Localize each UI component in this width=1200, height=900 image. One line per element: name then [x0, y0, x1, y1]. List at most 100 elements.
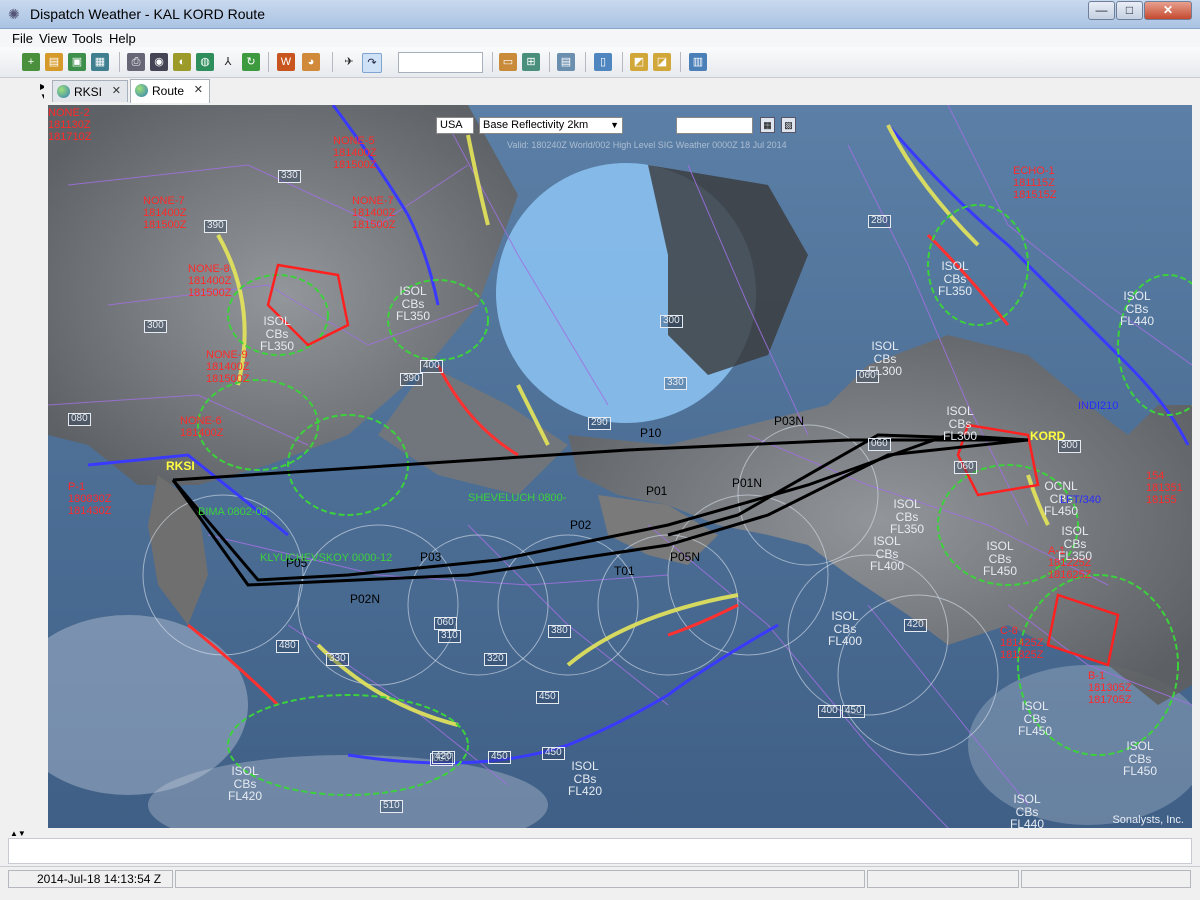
advisory-label: NONE-7 181400Z 181500Z [143, 195, 186, 231]
close-icon[interactable]: ✕ [112, 84, 121, 97]
cb-area-line: ISOL [893, 497, 921, 511]
add-layer-icon[interactable]: ⊞ [522, 53, 540, 71]
toolbar-separator [680, 52, 681, 72]
advisory-time: 181305Z [1088, 682, 1132, 695]
advisory-label: P-1 180830Z 181430Z [68, 481, 111, 517]
cb-area-line: FL450 [983, 564, 1018, 579]
status-cell [867, 870, 1019, 888]
cb-area-line: FL450 [1044, 504, 1079, 519]
message-pane[interactable] [8, 838, 1192, 864]
flight-level-box: 480 [276, 640, 299, 653]
flight-level-box: 290 [588, 417, 611, 430]
flight-level-box: 310 [438, 630, 461, 643]
menu-view[interactable]: View [39, 31, 67, 46]
tab-rksi[interactable]: RKSI ✕ [52, 80, 128, 102]
airplane-icon[interactable]: ✈ [340, 53, 358, 71]
tab-label: RKSI [74, 85, 103, 99]
globe-icon[interactable]: ◍ [196, 53, 214, 71]
flight-level-box: 450 [488, 751, 511, 764]
advisory-id: NONE-5 [333, 135, 375, 147]
close-icon[interactable]: ✕ [194, 83, 203, 96]
cb-area-line: ISOL [1013, 792, 1041, 806]
valid-time-input[interactable] [676, 117, 753, 134]
flight-level-box: 380 [548, 625, 571, 638]
toolbar-search-input[interactable] [398, 52, 483, 73]
flight-level-box: 450 [536, 691, 559, 704]
pane-arrows[interactable]: ▲▼ [10, 829, 26, 838]
compass-icon[interactable]: ◐ [173, 53, 191, 71]
save-all-icon[interactable]: ▦ [91, 53, 109, 71]
cb-area-label: ISOL CBs FL350 [1058, 525, 1092, 563]
chart-alt-icon[interactable]: ◪ [653, 53, 671, 71]
advisory-label: NONE-7 181400Z 181500Z [352, 195, 395, 231]
region-select[interactable]: USA [436, 117, 474, 134]
cb-area-label: ISOL CBs FL420 [228, 765, 262, 803]
sigmet-label: KLYUCHEVSKOY 0000-12 [260, 552, 393, 564]
calendar-icon[interactable]: ▦ [760, 117, 775, 133]
sigmet-label: LFT/340 [1060, 494, 1101, 506]
tab-label: Route [152, 84, 185, 98]
advisory-label: NONE-6 181400Z [180, 415, 223, 439]
advisory-time: 18155 [1146, 494, 1177, 507]
route-icon[interactable]: ↷ [362, 53, 382, 73]
cb-area-label: ISOL CBs FL400 [828, 610, 862, 648]
cb-area-label: ISOL CBs FL440 [1120, 290, 1154, 328]
maximize-button[interactable]: □ [1116, 1, 1143, 20]
advisory-id: C-8 [1000, 625, 1018, 637]
panel-icon[interactable]: ▥ [689, 53, 707, 71]
sigmet-label: BIMA 0802-08 [198, 506, 268, 518]
menu-tools[interactable]: Tools [72, 31, 102, 46]
cb-area-line: FL400 [828, 634, 863, 649]
waypoint-label: T01 [614, 564, 635, 578]
advisory-time: 181400Z [180, 427, 224, 440]
window-icon[interactable]: ▤ [557, 53, 575, 71]
advisory-time: 181115Z [1013, 177, 1055, 190]
status-cell [175, 870, 865, 888]
camera-icon[interactable]: ◉ [150, 53, 168, 71]
toolbar-separator [332, 52, 333, 72]
print-icon[interactable]: ⎙ [127, 53, 145, 71]
advisory-time: 181500Z [352, 219, 396, 232]
refresh-icon[interactable]: ↻ [242, 53, 260, 71]
cb-area-line: FL350 [938, 284, 973, 299]
document-icon[interactable]: ▯ [594, 53, 612, 71]
palette-icon[interactable]: ◕ [302, 53, 320, 71]
globe-icon [135, 84, 148, 97]
flight-level-box: 300 [660, 315, 683, 328]
toolbar-separator [585, 52, 586, 72]
advisory-time: 181430Z [68, 505, 112, 518]
cb-area-label: ISOL CBs FL400 [870, 535, 904, 573]
product-select[interactable]: Base Reflectivity 2km ▼ [479, 117, 623, 134]
flight-level-box: 420 [432, 751, 455, 764]
advisory-time: 181400Z [143, 207, 187, 220]
flight-level-box: 280 [868, 215, 891, 228]
waypoint-label: P10 [640, 426, 662, 440]
advisory-time: 181351 [1146, 482, 1183, 495]
advisory-time: 181500Z [143, 219, 187, 232]
menu-help[interactable]: Help [109, 31, 136, 46]
flight-level-box: 510 [380, 800, 403, 813]
cb-area-line: FL440 [1010, 817, 1045, 828]
flight-level-box: 400 [420, 360, 443, 373]
window-title: Dispatch Weather - KAL KORD Route [30, 6, 265, 22]
minimize-button[interactable]: — [1088, 1, 1115, 20]
weather-icon[interactable]: W [277, 53, 295, 71]
status-cell [1021, 870, 1191, 888]
waypoint-label: P03 [420, 550, 442, 564]
folder-icon[interactable]: ▭ [499, 53, 517, 71]
settings-grid-icon[interactable]: ▧ [781, 117, 796, 133]
save-icon[interactable]: ▣ [68, 53, 86, 71]
walker-icon[interactable]: ⅄ [219, 53, 237, 71]
open-icon[interactable]: ▤ [45, 53, 63, 71]
status-datetime: 2014-Jul-18 14:13:54 Z [8, 870, 173, 888]
tab-route[interactable]: Route ✕ [130, 79, 210, 103]
cb-area-line: FL350 [396, 309, 431, 324]
weather-map[interactable]: RKSI KORD P10 P01 P01N P03N P02 P05N T01 P03 P05 P0… [48, 105, 1192, 828]
chart-icon[interactable]: ◩ [630, 53, 648, 71]
new-icon[interactable]: + [22, 53, 40, 71]
cb-area-line: FL300 [943, 429, 978, 444]
advisory-id: B-1 [1088, 670, 1106, 682]
menu-file[interactable]: File [12, 31, 33, 46]
cb-area-line: ISOL [1061, 524, 1089, 538]
close-button[interactable]: ✕ [1144, 1, 1192, 20]
